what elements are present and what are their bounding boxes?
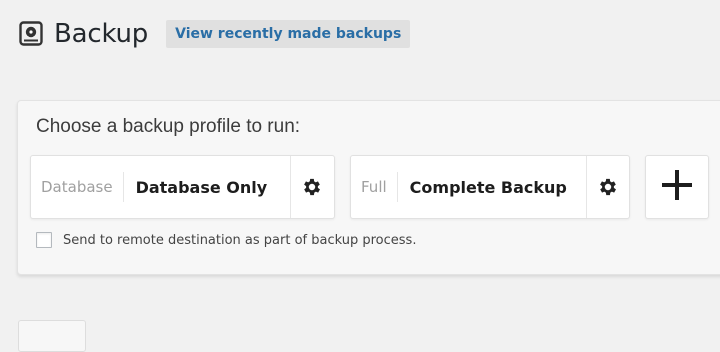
plus-icon <box>660 168 694 206</box>
gear-icon[interactable] <box>291 156 333 218</box>
add-profile-button[interactable] <box>645 155 709 219</box>
page-header: Backup View recently made backups <box>18 16 411 52</box>
backup-icon <box>18 20 44 48</box>
profile-type-label: Database <box>31 172 124 202</box>
remote-destination-checkbox[interactable] <box>36 232 52 248</box>
run-profile-complete-backup-button[interactable]: Full Complete Backup <box>351 156 587 218</box>
run-profile-database-only-button[interactable]: Database Database Only <box>31 156 291 218</box>
page-title: Backup <box>54 19 149 49</box>
gear-icon[interactable] <box>587 156 629 218</box>
bottom-element <box>18 320 86 352</box>
remote-destination-label: Send to remote destination as part of ba… <box>63 232 417 248</box>
remote-destination-row: Send to remote destination as part of ba… <box>36 232 416 248</box>
view-recent-backups-link[interactable]: View recently made backups <box>166 20 411 48</box>
profile-type-label: Full <box>351 172 398 202</box>
backup-profile-panel: Choose a backup profile to run: Database… <box>17 100 720 275</box>
profile-name-label: Complete Backup <box>409 177 567 197</box>
profile-complete-backup: Full Complete Backup <box>350 155 630 219</box>
profile-database-only: Database Database Only <box>30 155 335 219</box>
profile-name-label: Database Only <box>135 177 268 197</box>
panel-heading: Choose a backup profile to run: <box>36 116 301 137</box>
